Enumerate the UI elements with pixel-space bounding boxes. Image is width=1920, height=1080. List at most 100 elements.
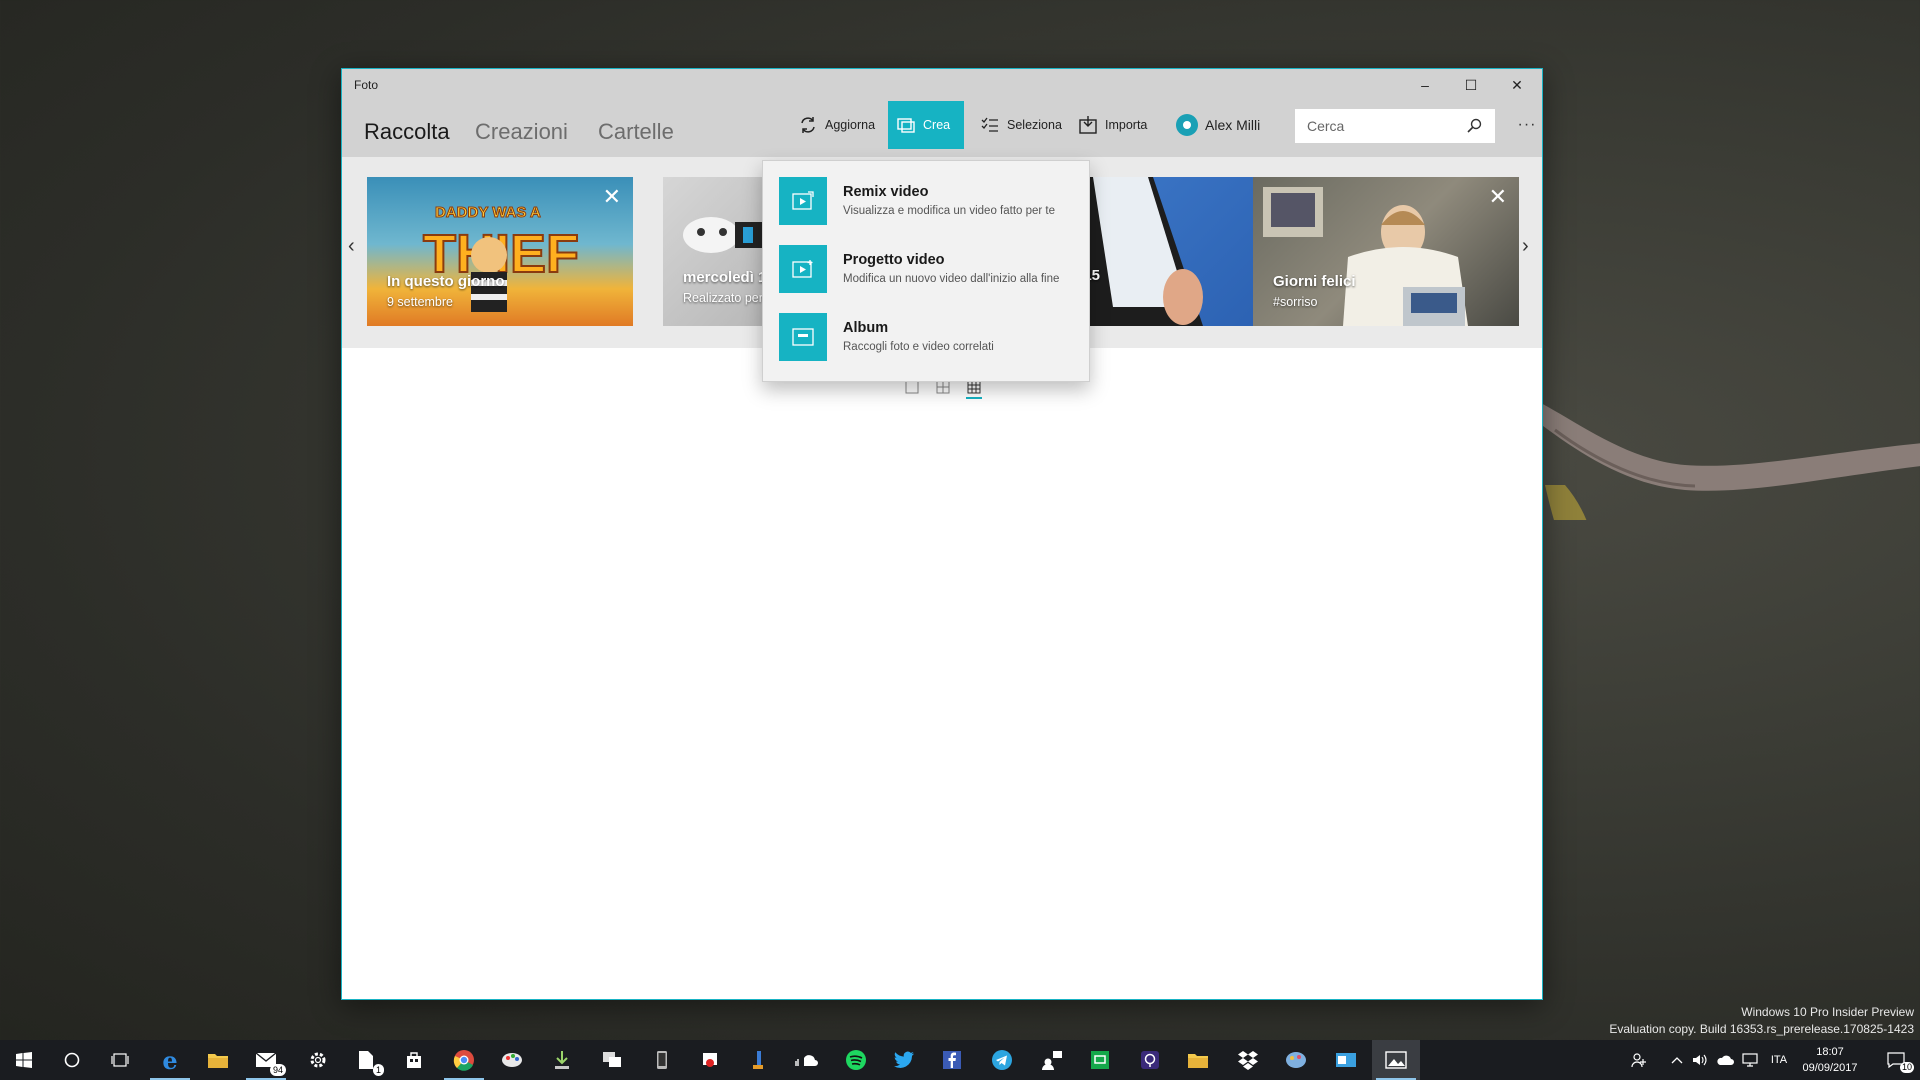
taskbar-folder-2[interactable] xyxy=(1174,1040,1222,1080)
taskbar-photos[interactable] xyxy=(1372,1040,1420,1080)
highlight-card[interactable]: Giorni felici #sorriso ✕ xyxy=(1253,177,1519,326)
windows-logo-icon xyxy=(16,1052,32,1068)
card-subtitle: 9 settembre xyxy=(387,295,454,309)
cortana-icon xyxy=(64,1052,80,1068)
close-button[interactable]: ✕ xyxy=(1494,69,1540,101)
more-options-button[interactable]: ··· xyxy=(1505,101,1549,149)
card-subtitle: #sorriso xyxy=(1273,295,1318,309)
people-tray-button[interactable] xyxy=(1628,1040,1650,1080)
search-input[interactable]: Cerca xyxy=(1295,109,1495,143)
album-icon xyxy=(779,313,827,361)
card-close-icon[interactable]: ✕ xyxy=(1489,186,1507,208)
remix-video-icon xyxy=(779,177,827,225)
tab-raccolta[interactable]: Raccolta xyxy=(364,119,450,145)
taskbar-facebook[interactable] xyxy=(928,1040,976,1080)
close-icon: ✕ xyxy=(1511,76,1523,93)
spotify-icon xyxy=(846,1050,866,1070)
tab-creazioni[interactable]: Creazioni xyxy=(475,119,568,145)
menu-item-title: Progetto video xyxy=(843,252,945,268)
import-icon xyxy=(1079,116,1097,134)
clock[interactable]: 18:07 09/09/2017 xyxy=(1795,1044,1865,1076)
card-subtitle: Realizzato per xyxy=(683,291,763,305)
taskbar-chrome[interactable] xyxy=(440,1040,488,1080)
import-button[interactable]: Importa xyxy=(1070,101,1155,149)
create-button[interactable]: Crea xyxy=(888,101,964,149)
taskbar: e 94 1 ITA 18:07 09/09/2017 10 xyxy=(0,1040,1920,1080)
taskbar-app-remote[interactable] xyxy=(588,1040,636,1080)
minimize-button[interactable]: – xyxy=(1402,69,1448,101)
taskbar-app-phone[interactable] xyxy=(638,1040,686,1080)
onedrive-button[interactable] xyxy=(1714,1040,1736,1080)
people-icon xyxy=(1631,1053,1646,1068)
chevron-up-icon xyxy=(1671,1057,1683,1064)
taskbar-settings[interactable] xyxy=(294,1040,342,1080)
menu-item-album[interactable]: Album Raccogli foto e video correlati xyxy=(779,313,1079,361)
highlight-card[interactable]: DADDY WAS A THIEF In questo giorno 9 set… xyxy=(367,177,633,326)
title-bar[interactable]: Foto – ☐ ✕ xyxy=(342,69,1542,101)
taskbar-telegram[interactable] xyxy=(978,1040,1026,1080)
taskbar-purple-app[interactable] xyxy=(1126,1040,1174,1080)
cortana-button[interactable] xyxy=(48,1040,96,1080)
tool-icon xyxy=(753,1051,763,1069)
refresh-button[interactable]: Aggiorna xyxy=(790,101,883,149)
taskbar-file-explorer[interactable] xyxy=(194,1040,242,1080)
taskbar-app-record[interactable] xyxy=(686,1040,734,1080)
taskbar-app-paint[interactable] xyxy=(488,1040,536,1080)
account-button[interactable]: Alex Milli xyxy=(1168,101,1268,149)
input-language-button[interactable]: ITA xyxy=(1768,1040,1790,1080)
taskbar-dropbox[interactable] xyxy=(1224,1040,1272,1080)
gear-icon xyxy=(310,1052,326,1068)
taskbar-twitter[interactable] xyxy=(880,1040,928,1080)
windows-watermark: Windows 10 Pro Insider Preview Evaluatio… xyxy=(1609,1004,1914,1038)
dropbox-icon xyxy=(1238,1051,1258,1070)
card-close-icon[interactable]: ✕ xyxy=(603,186,621,208)
soundcloud-icon xyxy=(795,1055,818,1066)
taskbar-edge[interactable]: e xyxy=(146,1040,194,1080)
volume-button[interactable] xyxy=(1690,1040,1710,1080)
menu-item-title: Album xyxy=(843,320,889,336)
strip-next-button[interactable]: › xyxy=(1522,235,1529,258)
action-center-button[interactable]: 10 xyxy=(1876,1040,1916,1080)
start-button[interactable] xyxy=(0,1040,48,1080)
show-hidden-icons-button[interactable] xyxy=(1668,1040,1686,1080)
medium-view-icon[interactable] xyxy=(936,380,950,394)
select-label: Seleziona xyxy=(1007,118,1062,132)
language-indicator: ITA xyxy=(1770,1054,1788,1066)
purple-app-icon xyxy=(1141,1051,1159,1069)
taskbar-mail[interactable]: 94 xyxy=(242,1040,290,1080)
taskbar-app-tool[interactable] xyxy=(734,1040,782,1080)
watermark-build: Evaluation copy. Build 16353.rs_prerelea… xyxy=(1609,1022,1914,1036)
taskbar-people-app[interactable] xyxy=(1028,1040,1076,1080)
taskbar-store[interactable] xyxy=(390,1040,438,1080)
task-view-button[interactable] xyxy=(96,1040,144,1080)
taskbar-spotify[interactable] xyxy=(832,1040,880,1080)
menu-item-video-project[interactable]: Progetto video Modifica un nuovo video d… xyxy=(779,245,1079,293)
taskbar-documents[interactable]: 1 xyxy=(342,1040,390,1080)
minimize-icon: – xyxy=(1421,77,1429,93)
video-project-icon xyxy=(779,245,827,293)
menu-item-description: Modifica un nuovo video dall'inizio alla… xyxy=(843,273,1060,285)
taskbar-outlook-app[interactable] xyxy=(1322,1040,1370,1080)
store-icon xyxy=(407,1052,421,1068)
small-view-icon[interactable] xyxy=(967,380,981,394)
record-icon xyxy=(703,1053,717,1067)
more-icon: ··· xyxy=(1517,116,1537,133)
explorer-badge: 1 xyxy=(372,1064,384,1076)
search-icon[interactable] xyxy=(1467,118,1483,134)
taskbar-green-app[interactable] xyxy=(1076,1040,1124,1080)
network-button[interactable] xyxy=(1740,1040,1760,1080)
create-menu: Remix video Visualizza e modifica un vid… xyxy=(762,160,1090,382)
maximize-button[interactable]: ☐ xyxy=(1448,69,1494,101)
create-label: Crea xyxy=(923,118,951,132)
select-button[interactable]: Seleziona xyxy=(972,101,1070,149)
taskbar-app-download[interactable] xyxy=(538,1040,586,1080)
taskbar-palette-app[interactable] xyxy=(1272,1040,1320,1080)
tab-cartelle[interactable]: Cartelle xyxy=(598,119,674,145)
strip-prev-button[interactable]: ‹ xyxy=(348,235,355,258)
wallpaper-branch xyxy=(1535,400,1920,520)
taskbar-soundcloud[interactable] xyxy=(782,1040,830,1080)
menu-item-remix-video[interactable]: Remix video Visualizza e modifica un vid… xyxy=(779,177,1079,225)
notification-count: 10 xyxy=(1900,1062,1915,1073)
large-view-icon[interactable] xyxy=(905,380,919,394)
refresh-icon xyxy=(801,117,815,133)
